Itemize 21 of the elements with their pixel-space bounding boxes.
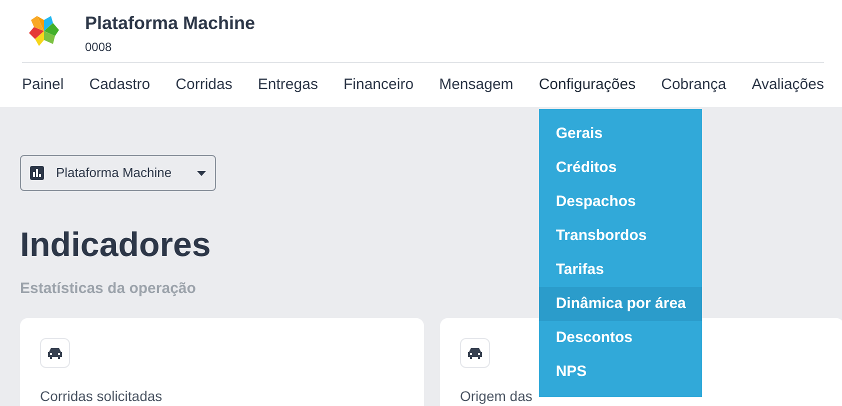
nav-tab[interactable]: Cadastro — [89, 76, 150, 92]
app-code: 0008 — [85, 39, 113, 55]
page-subheading: Estatísticas da operação — [20, 279, 196, 299]
nav-tab[interactable]: Mensagem — [439, 76, 514, 92]
card-title: Origem das — [460, 387, 534, 406]
card-title: Corridas solicitadas — [40, 387, 164, 406]
nav-tab[interactable]: Painel — [22, 76, 64, 92]
nav-tab[interactable]: Avaliações — [752, 76, 824, 92]
bar-chart-icon — [30, 166, 44, 180]
nav-tab[interactable]: Corridas — [176, 76, 232, 92]
platform-dropdown[interactable]: Plataforma Machine — [20, 155, 216, 191]
nav-tab[interactable]: Cobrança — [661, 76, 726, 92]
nav-tab[interactable]: Financeiro — [344, 76, 414, 92]
page-heading: Indicadores — [20, 225, 211, 265]
car-icon — [40, 338, 70, 368]
logo-icon — [27, 14, 61, 48]
nav-tab[interactable]: Entregas — [258, 76, 318, 92]
app-title: Plataforma Machine — [85, 12, 256, 35]
nav-tab[interactable]: Configurações — [538, 76, 636, 92]
car-icon — [460, 338, 490, 368]
caret-icon — [197, 170, 206, 176]
